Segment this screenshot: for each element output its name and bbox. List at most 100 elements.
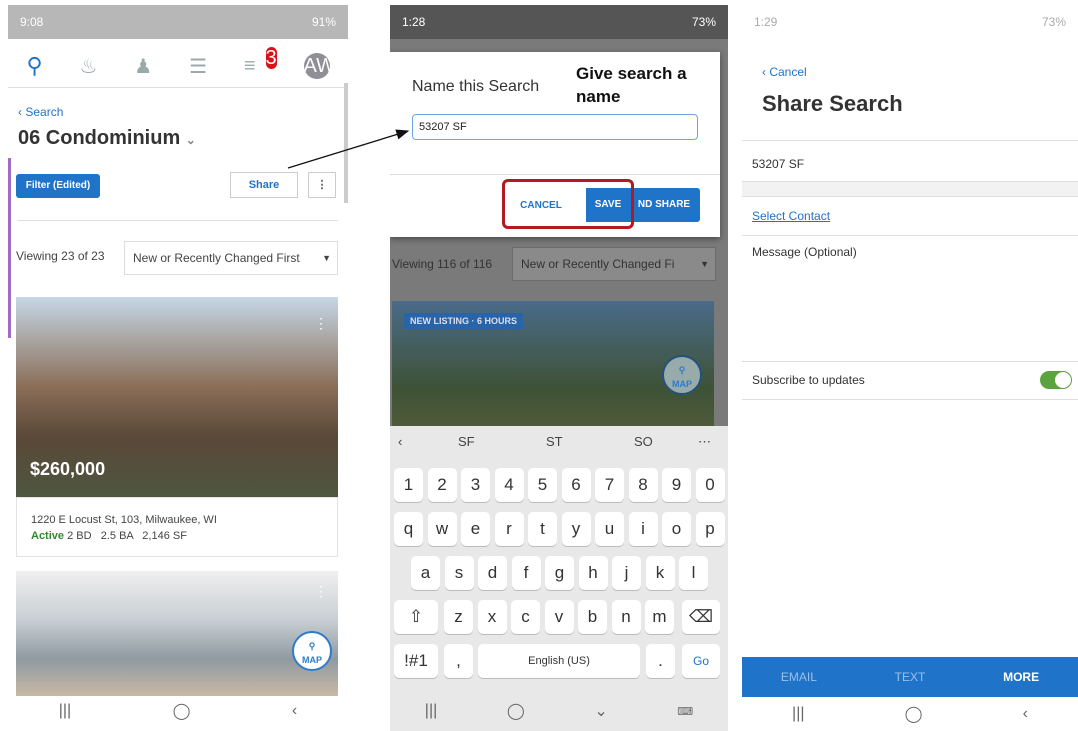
key-q[interactable]: q [394, 512, 423, 546]
avatar[interactable]: AW [303, 53, 335, 79]
backspace-icon[interactable]: ⌫ [682, 600, 720, 634]
key-8[interactable]: 8 [628, 468, 658, 502]
filter-button[interactable]: Filter (Edited) [16, 174, 100, 198]
shift-icon[interactable]: ⇧ [394, 600, 438, 634]
home-icon[interactable]: ◯ [507, 701, 525, 721]
search-name-field[interactable]: 53207 SF [752, 157, 804, 171]
key-l[interactable]: l [679, 556, 708, 590]
key-z[interactable]: z [444, 600, 473, 634]
key-h[interactable]: h [578, 556, 608, 590]
more-tab[interactable]: MORE [1003, 670, 1039, 684]
key-1[interactable]: 1 [394, 468, 423, 502]
system-nav-bar: ||| ◯ ⌄ ⌨ [390, 691, 728, 731]
period-key[interactable]: . [646, 644, 675, 678]
listing-more-icon[interactable]: ⋮ [314, 315, 328, 332]
annotation-text: Give search a name [576, 64, 687, 106]
key-b[interactable]: b [578, 600, 607, 634]
viewing-count: Viewing 116 of 116 [392, 257, 493, 271]
hide-keyboard-icon[interactable]: ⌄ [594, 701, 607, 721]
more-suggestions-icon[interactable]: ⋯ [698, 434, 711, 450]
key-j[interactable]: j [612, 556, 641, 590]
key-w[interactable]: w [427, 512, 457, 546]
comma-key[interactable]: , [444, 644, 473, 678]
key-v[interactable]: v [544, 600, 574, 634]
key-y[interactable]: y [561, 512, 591, 546]
key-f[interactable]: f [511, 556, 541, 590]
listing-price: $260,000 [30, 459, 106, 479]
sort-select[interactable]: New or Recently Changed First ▼ [124, 241, 338, 275]
key-m[interactable]: m [645, 600, 674, 634]
key-3[interactable]: 3 [461, 468, 490, 502]
dropdown-icon: ▼ [700, 259, 709, 269]
listing-photo[interactable]: $260,000 ⋮ [16, 297, 338, 497]
message-field[interactable]: Message (Optional) [752, 245, 857, 259]
recent-apps-icon[interactable]: ||| [792, 705, 804, 723]
key-2[interactable]: 2 [427, 468, 457, 502]
key-7[interactable]: 7 [595, 468, 624, 502]
top-tab-bar: ⚲ ♨ ♟ ☰ ≡ 3 AW [8, 45, 348, 87]
key-t[interactable]: t [528, 512, 557, 546]
suggestion-1[interactable]: SF [458, 434, 475, 449]
key-9[interactable]: 9 [662, 468, 691, 502]
hot-icon[interactable]: ♨ [79, 54, 97, 79]
key-4[interactable]: 4 [494, 468, 524, 502]
scrollbar[interactable] [344, 83, 348, 203]
home-icon[interactable]: ◯ [905, 704, 923, 724]
suggestion-3[interactable]: SO [634, 434, 653, 449]
share-button[interactable]: Share [230, 172, 298, 198]
listing-more-icon-2[interactable]: ⋮ [314, 583, 328, 600]
suggestion-2[interactable]: ST [546, 434, 563, 449]
map-button[interactable]: ⚲ MAP [662, 355, 702, 395]
back-link[interactable]: ‹ Search [18, 105, 63, 119]
key-0[interactable]: 0 [695, 468, 725, 502]
recent-apps-icon[interactable]: ||| [425, 702, 437, 720]
listing-photo-2[interactable]: ⋮ ⚲ MAP [16, 571, 338, 696]
key-x[interactable]: x [477, 600, 507, 634]
notification-badge: 3 [265, 46, 277, 69]
more-options-icon[interactable]: ⋮ [308, 172, 336, 198]
save-and-share-button[interactable]: ND SHARE [628, 188, 700, 222]
subscribe-label: Subscribe to updates [752, 373, 865, 387]
key-g[interactable]: g [545, 556, 574, 590]
email-tab[interactable]: EMAIL [781, 670, 817, 684]
key-k[interactable]: k [645, 556, 675, 590]
key-s[interactable]: s [444, 556, 474, 590]
page-title[interactable]: 06 Condominium ⌄ [18, 127, 196, 150]
go-key[interactable]: Go [682, 644, 720, 678]
key-e[interactable]: e [461, 512, 490, 546]
key-6[interactable]: 6 [561, 468, 591, 502]
map-button[interactable]: ⚲ MAP [292, 631, 332, 671]
key-u[interactable]: u [595, 512, 624, 546]
menu-icon[interactable]: ≡ 3 [244, 46, 277, 78]
listing-photo[interactable]: NEW LISTING · 6 HOURS ⚲ MAP [392, 301, 714, 426]
key-c[interactable]: c [511, 600, 540, 634]
recent-apps-icon[interactable]: ||| [59, 702, 71, 720]
space-key[interactable]: English (US) [478, 644, 640, 678]
chevron-left-icon: ‹ [18, 105, 22, 119]
search-icon[interactable]: ⚲ [26, 53, 42, 79]
keyboard-icon[interactable]: ⌨ [677, 705, 693, 718]
key-n[interactable]: n [611, 600, 641, 634]
home-icon[interactable]: ◯ [173, 701, 191, 721]
listing-details-row: Active 2 BD 2.5 BA 2,146 SF [31, 530, 187, 542]
listing-card[interactable]: 1220 E Locust St, 103, Milwaukee, WI Act… [16, 497, 338, 557]
suggestion-back-icon[interactable]: ‹ [398, 434, 402, 449]
symbols-key[interactable]: !#1 [394, 644, 438, 678]
key-5[interactable]: 5 [528, 468, 557, 502]
back-icon[interactable]: ‹ [1023, 705, 1028, 723]
text-tab[interactable]: TEXT [895, 670, 926, 684]
stack-icon[interactable]: ☰ [189, 54, 207, 79]
cancel-link[interactable]: ‹ Cancel [762, 65, 807, 79]
subscribe-toggle[interactable] [1040, 371, 1072, 389]
key-o[interactable]: o [662, 512, 691, 546]
key-p[interactable]: p [695, 512, 725, 546]
person-icon[interactable]: ♟ [134, 54, 152, 79]
select-contact-link[interactable]: Select Contact [752, 209, 830, 223]
key-a[interactable]: a [411, 556, 440, 590]
search-name-input[interactable]: 53207 SF [412, 114, 698, 140]
key-r[interactable]: r [494, 512, 524, 546]
sort-select[interactable]: New or Recently Changed Fi ▼ [512, 247, 716, 281]
back-icon[interactable]: ‹ [292, 702, 297, 720]
key-d[interactable]: d [478, 556, 507, 590]
key-i[interactable]: i [628, 512, 658, 546]
